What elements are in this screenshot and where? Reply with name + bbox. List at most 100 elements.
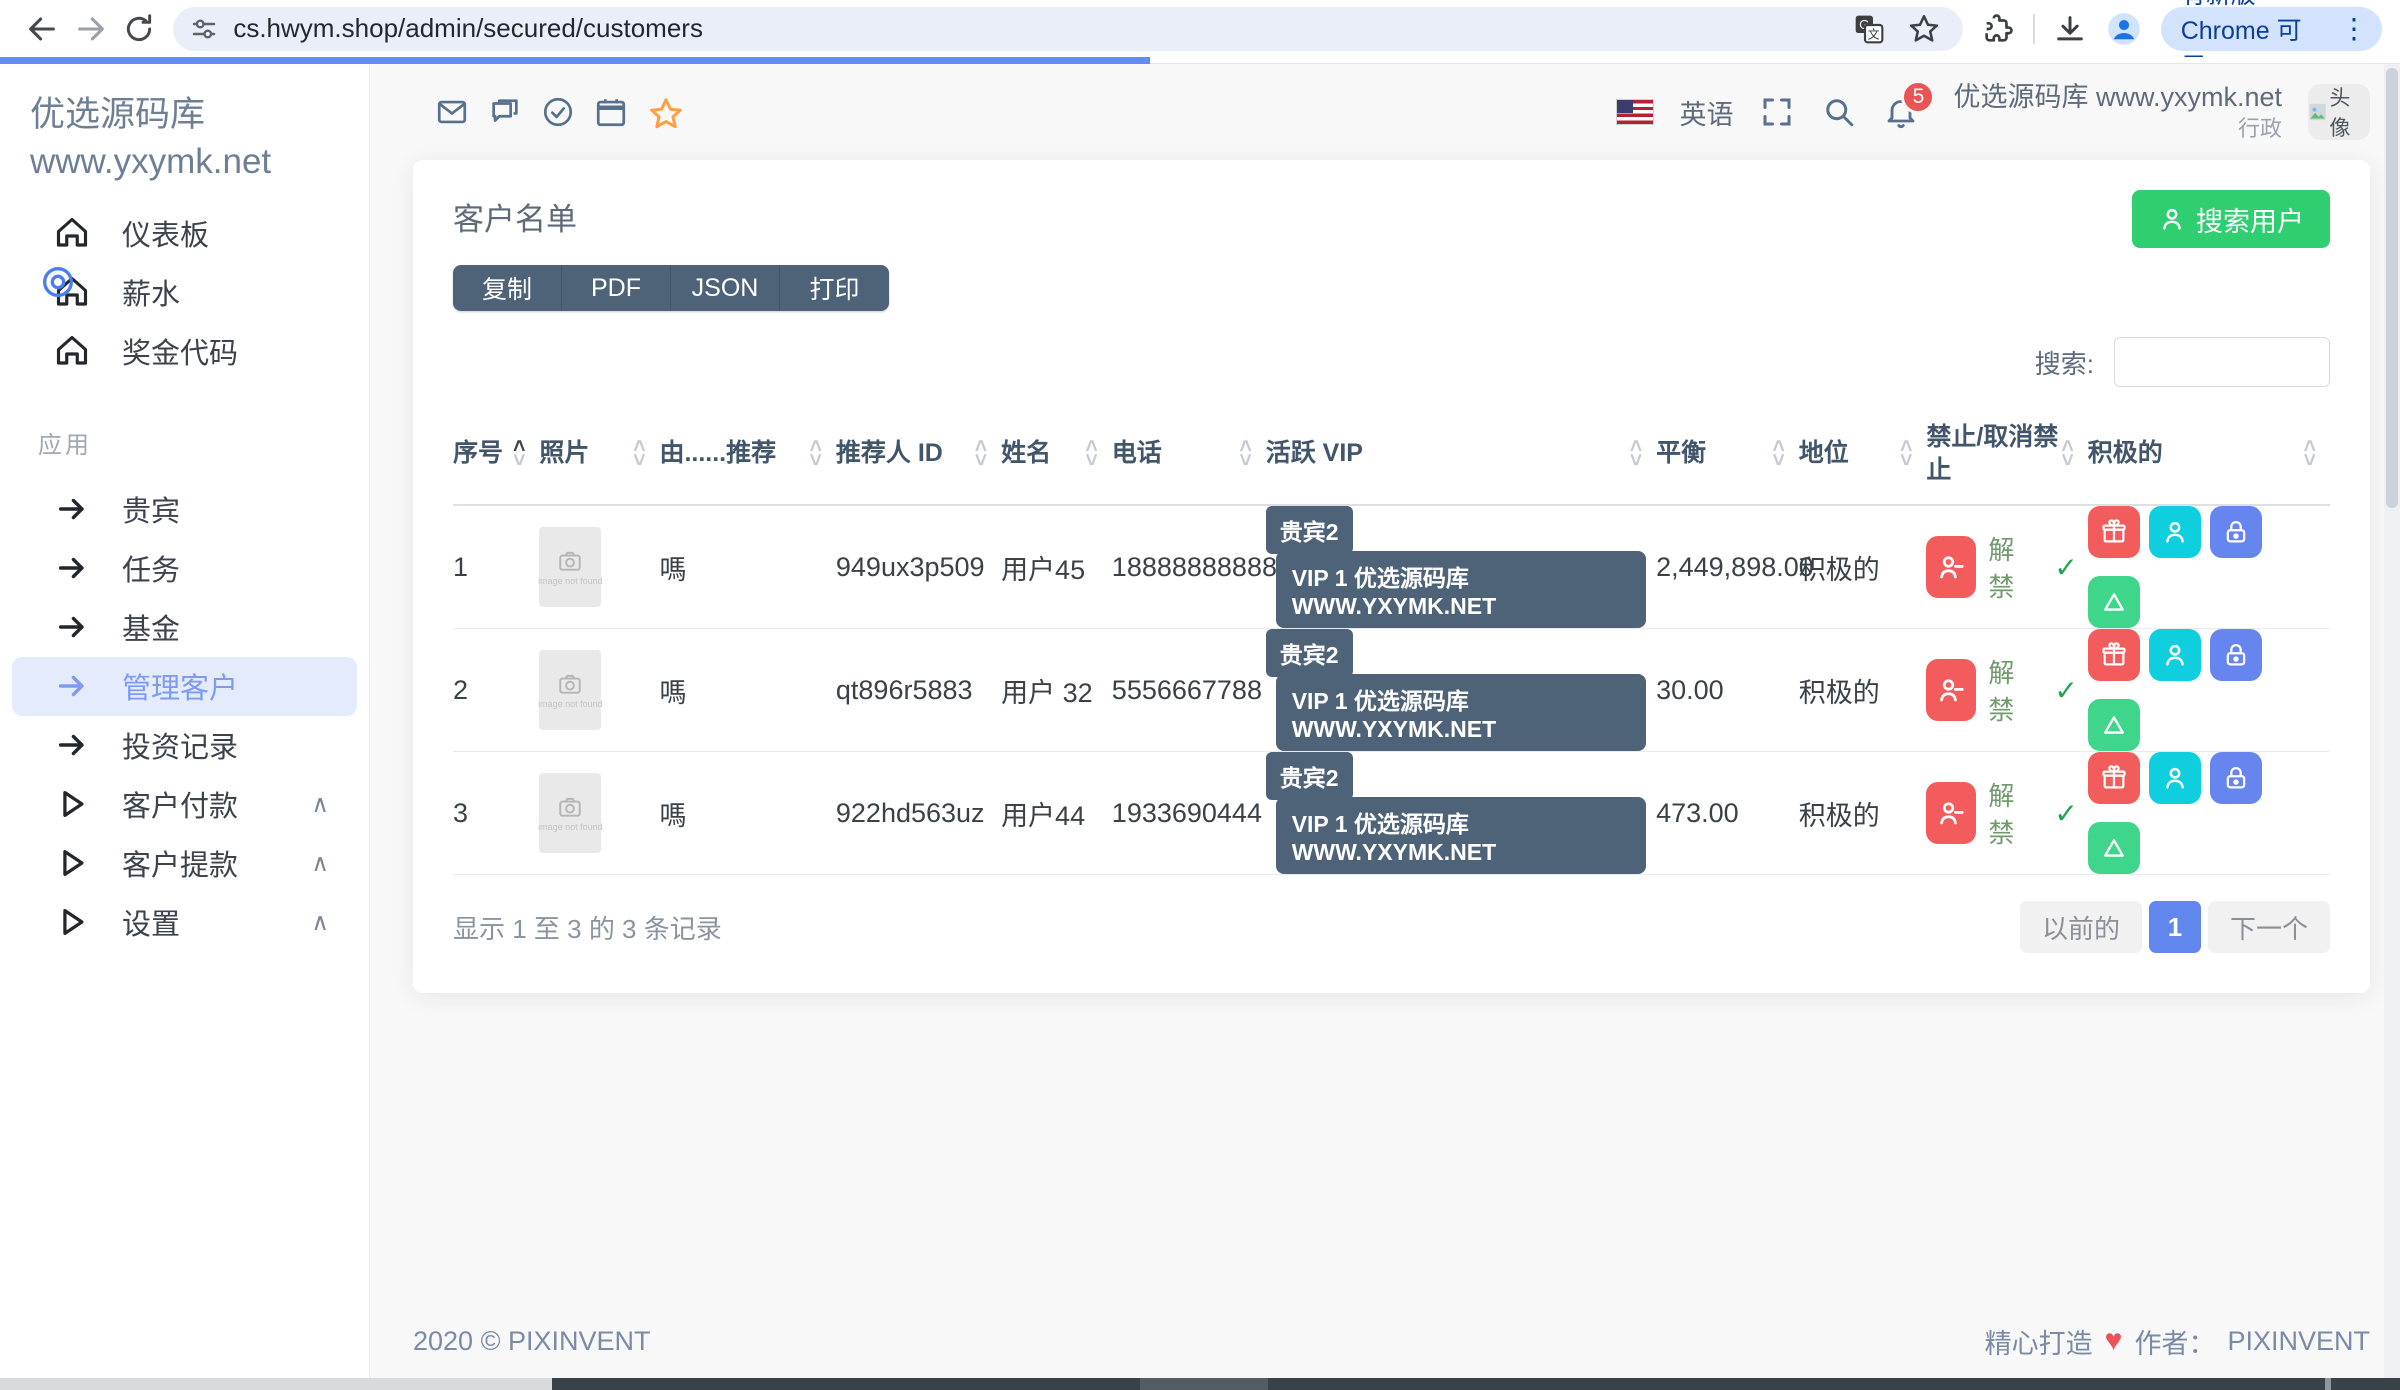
gift-button[interactable] bbox=[2088, 506, 2140, 558]
sidebar-item-investment-records[interactable]: 投资记录 bbox=[12, 716, 357, 775]
sidebar-item-customer-payments[interactable]: 客户付款 ∧ bbox=[12, 775, 357, 834]
favorite-star-icon[interactable] bbox=[647, 95, 681, 129]
copyright: 2020 © PIXINVENT bbox=[413, 1326, 651, 1357]
sidebar-item-label: 客户付款 bbox=[122, 783, 311, 825]
search-user-button[interactable]: 搜索用户 bbox=[2132, 190, 2330, 248]
user-role: 行政 bbox=[1953, 115, 2282, 143]
sort-desc-icon: ˅ bbox=[1630, 454, 1642, 467]
site-info-icon[interactable] bbox=[189, 14, 219, 44]
scrollbar-thumb[interactable] bbox=[2386, 68, 2398, 508]
lock-button[interactable] bbox=[2210, 752, 2262, 804]
user-menu[interactable]: 优选源码库 www.yxymk.net 行政 bbox=[1953, 81, 2282, 142]
sidebar-item-salary[interactable]: 薪水 bbox=[12, 263, 357, 322]
fullscreen-icon[interactable] bbox=[1759, 94, 1795, 130]
col-header-active[interactable]: 积极的 ˄˅ bbox=[2088, 403, 2330, 504]
gift-button[interactable] bbox=[2088, 752, 2140, 804]
cell-balance: 473.00 bbox=[1656, 798, 1799, 829]
chat-icon[interactable] bbox=[488, 95, 522, 129]
calendar-icon[interactable] bbox=[594, 95, 628, 129]
user-button[interactable] bbox=[2149, 629, 2201, 681]
unban-label[interactable]: 解禁 bbox=[1988, 653, 2036, 727]
gift-button[interactable] bbox=[2088, 629, 2140, 681]
ban-user-button[interactable] bbox=[1926, 782, 1976, 844]
search-user-label: 搜索用户 bbox=[2196, 200, 2304, 239]
brand-logo[interactable]: 优选源码库 www.yxymk.net bbox=[0, 92, 369, 190]
sidebar-item-tasks[interactable]: 任务 bbox=[12, 539, 357, 598]
col-header-balance[interactable]: 平衡 ˄˅ bbox=[1656, 403, 1799, 504]
footer-brand[interactable]: PIXINVENT bbox=[2227, 1326, 2370, 1357]
lock-button[interactable] bbox=[2210, 506, 2262, 558]
cell-name: 用户 32 bbox=[1001, 671, 1112, 710]
cell-phone: 5556667788 bbox=[1112, 675, 1266, 706]
sidebar-item-manage-customers[interactable]: 管理客户 bbox=[12, 657, 357, 716]
photo-placeholder: image not found bbox=[539, 527, 601, 607]
profile-icon[interactable] bbox=[2105, 10, 2143, 48]
avatar[interactable]: 头像 bbox=[2308, 84, 2370, 140]
lock-button[interactable] bbox=[2210, 629, 2262, 681]
sidebar-item-vip[interactable]: 贵宾 bbox=[12, 480, 357, 539]
col-header-status[interactable]: 地位 ˄˅ bbox=[1799, 403, 1927, 504]
col-header-active-vip[interactable]: 活跃 VIP ˄˅ bbox=[1266, 403, 1656, 504]
upgrade-button[interactable] bbox=[2088, 822, 2140, 874]
page-1-button[interactable]: 1 bbox=[2149, 901, 2201, 953]
forward-icon[interactable] bbox=[72, 7, 108, 51]
user-button[interactable] bbox=[2149, 752, 2201, 804]
col-header-name[interactable]: 姓名 ˄˅ bbox=[1001, 403, 1112, 504]
chevron-up-icon: ∧ bbox=[311, 849, 329, 878]
language-selector[interactable]: 英语 bbox=[1679, 93, 1733, 132]
sidebar-item-dashboard[interactable]: 仪表板 bbox=[12, 204, 357, 263]
json-button[interactable]: JSON bbox=[671, 265, 780, 311]
photo-placeholder: image not found bbox=[539, 650, 601, 730]
pdf-button[interactable]: PDF bbox=[562, 265, 671, 311]
check-circle-icon[interactable] bbox=[541, 95, 575, 129]
back-icon[interactable] bbox=[24, 7, 60, 51]
photo-alt-text: image not found bbox=[538, 822, 603, 832]
unban-label[interactable]: 解禁 bbox=[1988, 530, 2036, 604]
table-search-input[interactable] bbox=[2114, 337, 2330, 387]
sidebar-section-apps: 应用 bbox=[0, 381, 369, 480]
col-header-referrer-id[interactable]: 推荐人 ID ˄˅ bbox=[836, 403, 1001, 504]
print-button[interactable]: 打印 bbox=[780, 265, 889, 311]
chrome-update-button[interactable]: 有新版 Chrome 可用 ⋮ bbox=[2161, 7, 2382, 51]
unban-label[interactable]: 解禁 bbox=[1988, 776, 2036, 850]
col-header-photo[interactable]: 照片 ˄˅ bbox=[539, 403, 659, 504]
notifications-bell-icon[interactable]: 5 bbox=[1883, 94, 1919, 130]
col-header-phone[interactable]: 电话 ˄˅ bbox=[1112, 403, 1266, 504]
download-icon[interactable] bbox=[2053, 12, 2087, 46]
address-bar[interactable]: cs.hwym.shop/admin/secured/customers G文 bbox=[173, 7, 1963, 51]
ban-user-button[interactable] bbox=[1926, 659, 1976, 721]
next-page-button[interactable]: 下一个 bbox=[2208, 901, 2330, 953]
bookmark-star-icon[interactable] bbox=[1907, 12, 1941, 46]
extensions-icon[interactable] bbox=[1981, 12, 2015, 46]
browser-menu-icon[interactable]: ⋮ bbox=[2334, 12, 2374, 45]
col-header-ban-unban[interactable]: 禁止/取消禁止 ˄˅ bbox=[1926, 403, 2087, 504]
col-header-serial[interactable]: 序号 ˄˅ bbox=[453, 403, 539, 504]
upgrade-button[interactable] bbox=[2088, 576, 2140, 628]
copy-button[interactable]: 复制 bbox=[453, 265, 562, 311]
cell-serial: 2 bbox=[453, 675, 539, 706]
home-icon bbox=[52, 331, 92, 371]
search-icon[interactable] bbox=[1821, 94, 1857, 130]
sidebar-item-customer-withdrawals[interactable]: 客户提款 ∧ bbox=[12, 834, 357, 893]
col-header-referred-by[interactable]: 由......推荐 ˄˅ bbox=[659, 403, 835, 504]
user-button[interactable] bbox=[2149, 506, 2201, 558]
us-flag-icon[interactable] bbox=[1617, 100, 1653, 124]
sidebar-item-bonus-code[interactable]: 奖金代码 bbox=[12, 322, 357, 381]
vip-label-badge: VIP 1 优选源码库 WWW.YXYMK.NET bbox=[1276, 674, 1646, 751]
prev-page-button[interactable]: 以前的 bbox=[2020, 901, 2142, 953]
translate-icon[interactable]: G文 bbox=[1853, 13, 1885, 45]
sort-icons: ˄˅ bbox=[513, 440, 525, 466]
heart-icon: ♥ bbox=[2105, 1324, 2123, 1358]
upgrade-button[interactable] bbox=[2088, 699, 2140, 751]
reload-icon[interactable] bbox=[121, 7, 157, 51]
page-scrollbar[interactable] bbox=[2384, 64, 2400, 1378]
ban-user-button[interactable] bbox=[1926, 536, 1976, 598]
sidebar-item-label: 奖金代码 bbox=[122, 330, 329, 372]
check-icon: ✓ bbox=[2054, 674, 2077, 707]
url-text[interactable]: cs.hwym.shop/admin/secured/customers bbox=[233, 13, 1853, 44]
vip-level-badge: 贵宾2 bbox=[1266, 752, 1353, 800]
sidebar-item-settings[interactable]: 设置 ∧ bbox=[12, 893, 357, 952]
sidebar-item-funds[interactable]: 基金 bbox=[12, 598, 357, 657]
sort-desc-icon: ˅ bbox=[2062, 454, 2074, 467]
mail-icon[interactable] bbox=[435, 95, 469, 129]
